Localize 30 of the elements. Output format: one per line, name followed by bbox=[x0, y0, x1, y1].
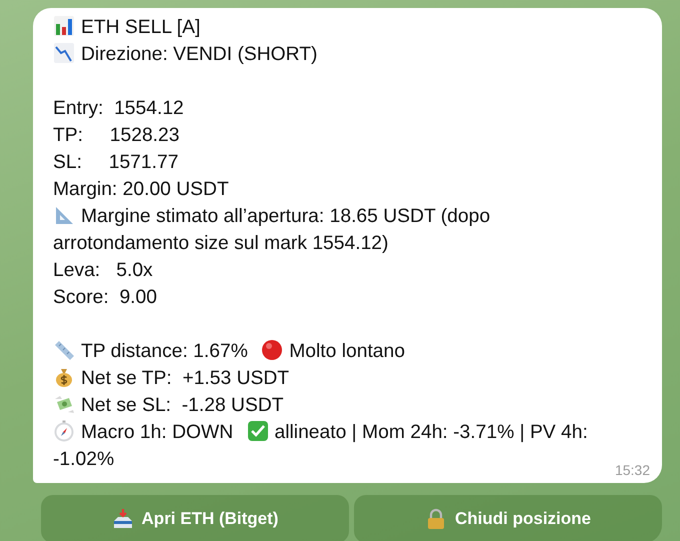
ruler-icon bbox=[53, 339, 75, 361]
inline-button[interactable]: Chiudi posizione bbox=[354, 495, 662, 541]
message-text: Leva: 5.0x bbox=[53, 260, 153, 281]
padlock-icon bbox=[425, 508, 447, 530]
dot-icon bbox=[261, 339, 284, 361]
message-text: arrotondamento size sul mark 1554.12) bbox=[53, 233, 388, 254]
money-bag-icon bbox=[53, 366, 75, 388]
message-text: -1.02% bbox=[53, 449, 114, 470]
compass-icon bbox=[53, 420, 75, 442]
message-text: ETH SELL [A] bbox=[81, 17, 200, 38]
message-text: TP: 1528.23 bbox=[53, 125, 180, 146]
check-icon bbox=[246, 420, 268, 442]
bar-chart-icon bbox=[53, 15, 75, 37]
message-text: Score: 9.00 bbox=[53, 287, 157, 308]
inbox-tray-icon bbox=[112, 508, 134, 530]
message-text: Direzione: VENDI (SHORT) bbox=[81, 44, 318, 65]
message-text: Macro 1h: DOWN bbox=[81, 422, 234, 443]
flying-money-icon bbox=[53, 393, 75, 415]
message-text: Entry: 1554.12 bbox=[53, 98, 184, 119]
message-text: Net se TP: +1.53 USDT bbox=[81, 368, 289, 389]
message-text: SL: 1571.77 bbox=[53, 152, 178, 173]
inline-button[interactable]: Apri ETH (Bitget) bbox=[41, 495, 349, 541]
falling-chart-icon bbox=[53, 42, 75, 64]
message-text: Margine stimato all’apertura: 18.65 USDT (dopo bbox=[81, 206, 490, 227]
message-time: 15:32 bbox=[614, 461, 650, 479]
message-text: TP distance: 1.67% bbox=[81, 341, 248, 362]
message-text: Molto lontano bbox=[289, 341, 405, 362]
message-text: Net se SL: -1.28 USDT bbox=[81, 395, 284, 416]
message-text: Margin: 20.00 USDT bbox=[53, 179, 228, 200]
message-text: allineato | Mom 24h: -3.71% | PV 4h: bbox=[274, 422, 588, 443]
